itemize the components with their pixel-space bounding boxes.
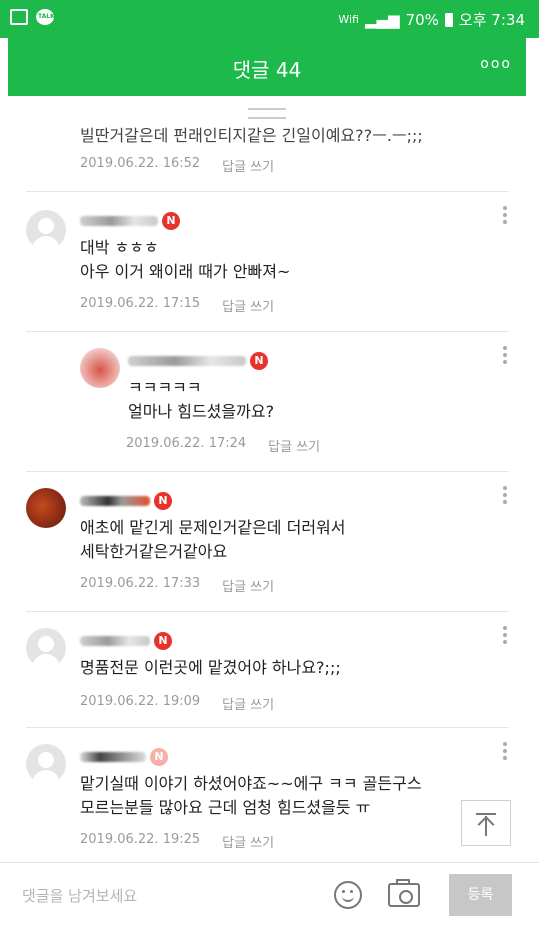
divider	[26, 471, 509, 472]
avatar[interactable]	[26, 210, 66, 250]
author-name[interactable]: N	[80, 212, 180, 230]
battery-icon	[444, 12, 453, 27]
author-name[interactable]: N	[128, 352, 268, 370]
new-badge: N	[154, 492, 172, 510]
reply-button[interactable]: 답글 쓰기	[268, 436, 320, 455]
new-badge: N	[154, 632, 172, 650]
comment-date: 2019.06.22. 17:24	[126, 436, 247, 451]
clock: 오후 7:34	[458, 11, 525, 29]
comment-body: ㅋㅋㅋㅋㅋ 얼마나 힘드셨을까요?	[128, 378, 275, 421]
divider	[26, 191, 509, 192]
comment-date: 2019.06.22. 19:09	[80, 694, 201, 709]
wifi-label: Wifi	[338, 13, 359, 26]
comment-body: 대박 ㅎㅎㅎ 아우 이거 왜이래 때가 안빠져~	[80, 238, 291, 281]
avatar[interactable]	[26, 628, 66, 668]
comment-meta: 2019.06.22. 17:15 답글 쓰기	[80, 296, 274, 315]
reply-button[interactable]: 답글 쓰기	[222, 832, 274, 851]
battery-percent: 70%	[405, 10, 439, 29]
comment-meta: 2019.06.22. 16:52 답글 쓰기	[80, 156, 274, 175]
comment-meta: 2019.06.22. 19:25 답글 쓰기	[80, 832, 274, 851]
comment-date: 2019.06.22. 17:33	[80, 576, 201, 591]
comment-menu-icon[interactable]	[503, 486, 507, 507]
comment-menu-icon[interactable]	[503, 206, 507, 227]
divider	[26, 611, 509, 612]
divider	[26, 331, 509, 332]
comment-date: 2019.06.22. 17:15	[80, 296, 201, 311]
signal-icon: ▂▄▆	[364, 10, 400, 29]
comment-menu-icon[interactable]	[503, 346, 507, 367]
emoji-icon[interactable]	[334, 881, 362, 909]
comment-body: 명품전문 이런곳에 맡겼어야 하나요?;;;	[80, 658, 341, 677]
reply-button[interactable]: 답글 쓰기	[222, 296, 274, 315]
submit-button[interactable]: 등록	[449, 874, 512, 916]
comment-body: 맡기실때 이야기 하셨어야죠~~에구 ㅋㅋ 골든구스 모르는분들 많아요 근데 …	[80, 774, 422, 817]
divider	[26, 727, 509, 728]
comment-menu-icon[interactable]	[503, 742, 507, 763]
page-title: 댓글 44	[232, 58, 302, 82]
avatar[interactable]	[80, 348, 120, 388]
comment-meta: 2019.06.22. 19:09 답글 쓰기	[80, 694, 274, 713]
author-name[interactable]: N	[80, 632, 172, 650]
avatar[interactable]	[26, 744, 66, 784]
comment-date: 2019.06.22. 16:52	[80, 156, 201, 171]
comment-menu-icon[interactable]	[503, 626, 507, 647]
author-name[interactable]: N	[80, 748, 168, 766]
comment-list[interactable]: 빌딴거갈은데 펀래인티지같은 긴일이예요??ㅡ.ㅡ;;; 2019.06.22.…	[0, 120, 539, 862]
comment-meta: 2019.06.22. 17:33 답글 쓰기	[80, 576, 274, 595]
new-badge: N	[162, 212, 180, 230]
camera-icon[interactable]	[388, 879, 420, 907]
drag-handle[interactable]	[248, 108, 286, 119]
comment-input[interactable]: 댓글을 남겨보세요	[22, 885, 137, 906]
author-name[interactable]: N	[80, 492, 172, 510]
new-badge: N	[150, 748, 168, 766]
scroll-to-top-button[interactable]	[461, 800, 511, 846]
comment-input-bar: 댓글을 남겨보세요 등록	[0, 862, 539, 929]
comment-date: 2019.06.22. 19:25	[80, 832, 201, 847]
comment-body: 빌딴거갈은데 펀래인티지같은 긴일이예요??ㅡ.ㅡ;;;	[80, 126, 423, 145]
more-options-icon[interactable]: ooo	[480, 56, 512, 72]
talk-icon: TALK	[36, 9, 55, 25]
gallery-icon	[10, 9, 28, 25]
scroll-top-icon	[476, 813, 496, 815]
comment-body: 애초에 맡긴게 문제인거같은데 더러워서 세탁한거같은거같아요	[80, 518, 346, 561]
reply-button[interactable]: 답글 쓰기	[222, 576, 274, 595]
comment-meta: 2019.06.22. 17:24 답글 쓰기	[126, 436, 320, 455]
new-badge: N	[250, 352, 268, 370]
avatar[interactable]	[26, 488, 66, 528]
reply-button[interactable]: 답글 쓰기	[222, 156, 274, 175]
status-bar: TALK Wifi ▂▄▆ 70% 오후 7:34	[0, 0, 539, 38]
reply-button[interactable]: 답글 쓰기	[222, 694, 274, 713]
app-bar: 댓글 44 ooo	[8, 38, 526, 96]
